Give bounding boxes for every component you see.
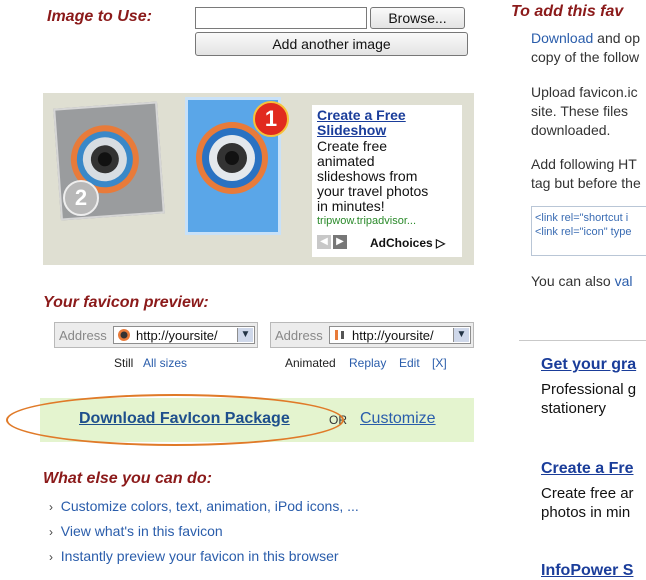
address-label: Address xyxy=(59,328,107,343)
instructions-p2: Upload favicon.ic site. These files down… xyxy=(531,84,638,138)
download-link[interactable]: Download xyxy=(531,30,593,46)
highlight-oval xyxy=(6,394,344,446)
instructions-p3: Add following HT tag but before the xyxy=(531,156,641,191)
list-item[interactable]: › Instantly preview your favicon in this… xyxy=(49,548,339,564)
ad-desc-2: Create free ar photos in min xyxy=(541,485,634,521)
ad-link-1[interactable]: Get your gra xyxy=(541,356,636,374)
list-item[interactable]: › Customize colors, text, animation, iPo… xyxy=(49,498,359,514)
validate-link[interactable]: val xyxy=(615,273,633,289)
list-item[interactable]: › View what's in this favicon xyxy=(49,523,223,539)
adchoices-icon: ▷ xyxy=(436,236,446,250)
instructions-p1: Download and op copy of the follow xyxy=(531,30,640,65)
address-field[interactable]: http://yoursite/ ▼ xyxy=(113,326,255,344)
animated-favicon-icon xyxy=(335,330,344,340)
animated-label: Animated xyxy=(285,356,336,370)
add-favicon-heading: To add this fav xyxy=(511,3,624,20)
animated-address-bar: Address http://yoursite/ ▼ xyxy=(270,322,474,348)
ad-body: Create free animated slideshows from your … xyxy=(317,138,429,214)
favicon-icon xyxy=(118,329,130,341)
ad-link-2[interactable]: Create a Fre xyxy=(541,460,634,478)
chevron-right-icon[interactable]: ▶ xyxy=(333,235,347,249)
badge-number-2: 2 xyxy=(63,180,99,216)
add-another-image-button[interactable]: Add another image xyxy=(195,32,468,56)
ad-title[interactable]: Create a Free Slideshow xyxy=(317,108,462,138)
image-to-use-label: Image to Use: xyxy=(47,8,152,25)
chevron-left-icon[interactable]: ◀ xyxy=(317,235,331,249)
html-code-box[interactable]: <link rel="shortcut i <link rel="icon" t… xyxy=(531,206,646,256)
replay-link[interactable]: Replay xyxy=(349,356,386,370)
chevron-down-icon[interactable]: ▼ xyxy=(237,328,253,342)
chevron-right-icon: › xyxy=(49,500,53,514)
favicon-preview-heading: Your favicon preview: xyxy=(43,294,209,311)
chevron-down-icon[interactable]: ▼ xyxy=(453,328,469,342)
still-label: Still xyxy=(114,356,134,370)
divider xyxy=(519,340,646,341)
all-sizes-link[interactable]: All sizes xyxy=(143,356,187,370)
badge-number-1: 1 xyxy=(253,101,289,137)
ad-url[interactable]: tripwow.tripadvisor... xyxy=(317,215,462,227)
ad-link-3[interactable]: InfoPower S xyxy=(541,562,633,580)
customize-link[interactable]: Customize xyxy=(360,410,436,428)
still-address-bar: Address http://yoursite/ ▼ xyxy=(54,322,258,348)
close-preview-link[interactable]: [X] xyxy=(432,356,447,370)
ad-desc-1: Professional g stationery xyxy=(541,381,637,417)
validate-text: You can also val xyxy=(531,273,633,289)
address-field[interactable]: http://yoursite/ ▼ xyxy=(329,326,471,344)
edit-link[interactable]: Edit xyxy=(399,356,420,370)
image-file-input[interactable] xyxy=(195,7,367,29)
chevron-right-icon: › xyxy=(49,525,53,539)
chevron-right-icon: › xyxy=(49,550,53,564)
what-else-heading: What else you can do: xyxy=(43,470,212,487)
browse-button[interactable]: Browse... xyxy=(370,7,465,29)
address-label: Address xyxy=(275,328,323,343)
adchoices-link[interactable]: AdChoices ▷ xyxy=(370,236,445,250)
ad-text-panel: Create a Free Slideshow Create free animat… xyxy=(312,105,462,257)
